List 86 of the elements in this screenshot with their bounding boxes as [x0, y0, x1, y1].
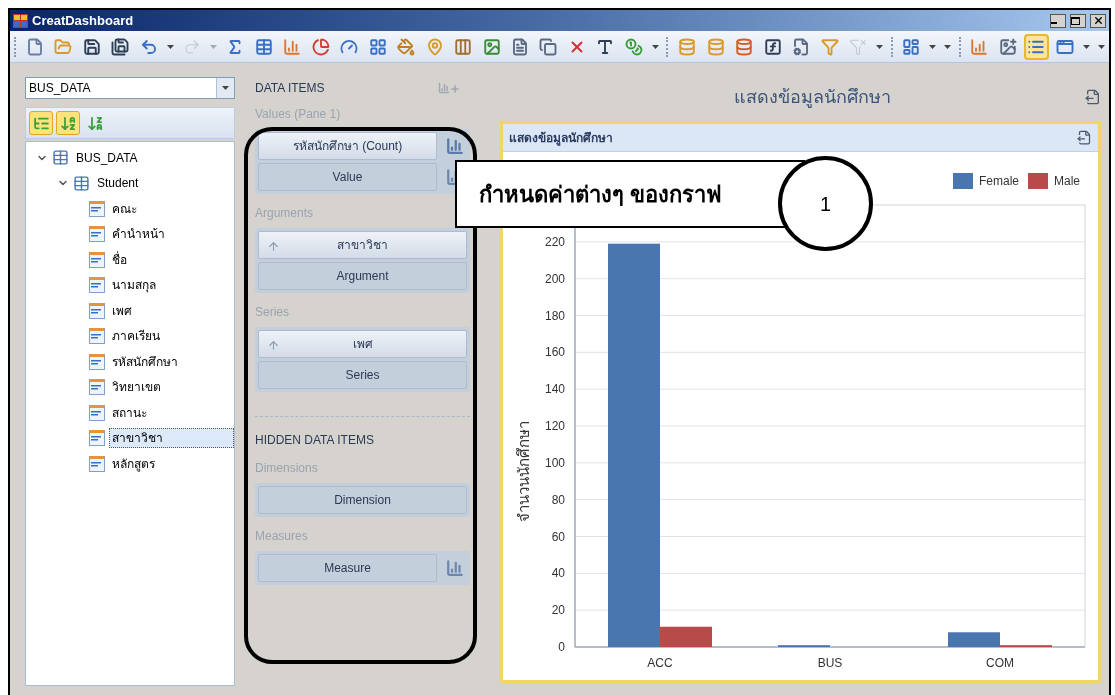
close-button[interactable]: [1090, 13, 1106, 28]
group-label: Arguments: [255, 205, 315, 222]
y-axis-title: จำนวนนักศึกษา: [515, 420, 532, 522]
sort-ascending-icon: [59, 114, 77, 132]
x-tick-label: ACC: [647, 656, 673, 670]
y-tick-label: 220: [544, 234, 565, 249]
data-item-button[interactable]: สาขาวิชา: [258, 231, 467, 259]
tree-toolbar-button[interactable]: [56, 111, 80, 135]
text-field-icon: [89, 277, 105, 294]
close-icon: [1092, 15, 1104, 26]
y-tick-label: 80: [551, 492, 565, 507]
data-item-button[interactable]: Argument: [258, 262, 467, 290]
caret-icon: [222, 86, 229, 90]
tree-item[interactable]: BUS_DATA: [73, 147, 141, 168]
tree-item[interactable]: ภาคเรียน: [109, 326, 163, 347]
group-label: Series: [255, 304, 290, 321]
text-field-icon: [89, 404, 105, 421]
tree-item[interactable]: คณะ: [109, 198, 140, 219]
card-title: แสดงข้อมูลนักศึกษา: [509, 129, 614, 147]
y-tick-label: 180: [544, 308, 565, 323]
table-icon: [52, 149, 69, 167]
tree-item[interactable]: สาขาวิชา: [109, 428, 234, 449]
group-label: Measures: [255, 528, 309, 545]
app-icon: [13, 13, 28, 28]
text-field-icon: [89, 455, 105, 472]
section-heading: DATA ITEMS: [255, 80, 325, 97]
window-title: CreatDashboard: [32, 11, 134, 30]
y-tick-label: 160: [544, 345, 565, 360]
tree-item[interactable]: ชื่อ: [109, 249, 130, 270]
y-tick-label: 0: [558, 640, 565, 654]
y-tick-label: 40: [551, 566, 565, 581]
tree-item[interactable]: วิทยาเขต: [109, 377, 164, 398]
tree-item[interactable]: เพศ: [109, 300, 135, 321]
group-label: Values (Pane 1): [255, 106, 342, 123]
bar-chart-icon[interactable]: [446, 137, 464, 155]
tree-item[interactable]: Student: [94, 173, 142, 194]
dashboard-title: แสดงข้อมูลนักศึกษา: [733, 85, 892, 110]
data-item-button[interactable]: รหัสนักศึกษา (Count): [258, 132, 437, 160]
text-field-icon: [89, 302, 105, 319]
text-field-icon: [89, 328, 105, 345]
caret-icon: [166, 44, 174, 49]
text-field-icon: [89, 251, 105, 268]
x-tick-label: COM: [986, 656, 1014, 670]
section-heading: HIDDEN DATA ITEMS: [255, 432, 375, 449]
y-tick-label: 100: [544, 455, 565, 470]
legend-label: Male: [1054, 174, 1080, 188]
data-item-button[interactable]: Series: [258, 361, 467, 389]
tree-toolbar-button[interactable]: [29, 111, 53, 135]
data-item-button[interactable]: Measure: [258, 554, 437, 582]
caret-icon: [652, 44, 660, 49]
y-tick-label: 20: [551, 603, 565, 618]
data-item-button[interactable]: Dimension: [258, 486, 467, 514]
x-tick-label: BUS: [817, 656, 843, 670]
y-tick-label: 60: [551, 529, 565, 544]
text-field-icon: [89, 353, 105, 370]
export-icon[interactable]: [1077, 130, 1092, 145]
sort-arrow-icon: [267, 240, 280, 253]
y-tick-label: 120: [544, 419, 565, 433]
sort-descending-icon: [86, 114, 104, 132]
text-field-icon: [89, 430, 105, 447]
y-tick-label: 140: [544, 382, 565, 397]
data-item-button[interactable]: เพศ: [258, 330, 467, 358]
tree-item[interactable]: หลักสูตร: [109, 453, 158, 474]
tree-item[interactable]: รหัสนักศึกษา: [109, 351, 181, 372]
tree-item[interactable]: สถานะ: [109, 402, 150, 423]
text-field-icon: [89, 226, 105, 243]
legend-label: Female: [979, 174, 1019, 188]
maximize-button[interactable]: [1070, 13, 1086, 28]
data-item-button[interactable]: Value: [258, 163, 437, 191]
caret-icon: [210, 44, 218, 49]
text-field-icon: [89, 200, 105, 217]
callout-text: กำหนดค่าต่างๆ ของกราฟ: [479, 180, 723, 209]
tree-item[interactable]: นามสกุล: [109, 275, 159, 296]
group-label: Dimensions: [255, 460, 319, 477]
data-source-combo[interactable]: BUS_DATA: [25, 77, 235, 99]
sort-arrow-icon: [267, 339, 280, 352]
table-icon: [73, 174, 90, 192]
minimize-icon: [1051, 22, 1057, 24]
y-tick-label: 200: [544, 271, 565, 286]
maximize-icon: [1071, 16, 1080, 25]
export-icon[interactable]: [1085, 89, 1101, 105]
caret-icon: [876, 44, 884, 49]
minimize-button[interactable]: [1050, 13, 1066, 28]
tree-item[interactable]: คำนำหน้า: [109, 224, 168, 245]
bar-chart-icon[interactable]: [446, 559, 464, 577]
text-field-icon: [89, 379, 105, 396]
